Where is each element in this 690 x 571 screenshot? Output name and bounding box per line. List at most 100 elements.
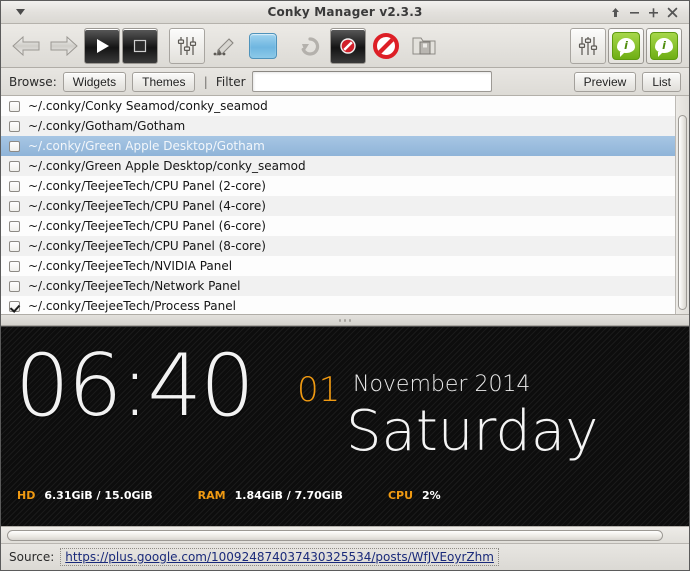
source-bar: Source: https://plus.google.com/10092487… bbox=[1, 544, 689, 570]
undo-arrow-icon bbox=[301, 36, 320, 56]
pane-splitter[interactable] bbox=[1, 315, 689, 326]
splitter-grip bbox=[334, 318, 356, 322]
window-title: Conky Manager v2.3.3 bbox=[267, 5, 423, 19]
date-month-year: November 2014 bbox=[353, 372, 531, 397]
kill-conky-button[interactable] bbox=[330, 27, 366, 64]
backup-button[interactable] bbox=[406, 28, 442, 64]
list-item-checkbox[interactable] bbox=[9, 100, 20, 112]
list-item[interactable]: ~/.conky/TeejeeTech/Process Panel bbox=[1, 296, 675, 314]
list-item-checkbox[interactable] bbox=[9, 220, 20, 232]
reload-button[interactable] bbox=[292, 28, 328, 64]
list-item-checkbox[interactable] bbox=[9, 160, 20, 172]
menu-caret-icon[interactable] bbox=[7, 3, 33, 21]
widget-list: ~/.conky/Conky Seamod/conky_seamod ~/.con… bbox=[1, 96, 689, 315]
list-item-label: ~/.conky/TeejeeTech/CPU Panel (2-core) bbox=[28, 179, 266, 193]
edit-button[interactable] bbox=[207, 28, 243, 64]
list-item[interactable]: ~/.conky/TeejeeTech/CPU Panel (6-core) bbox=[1, 216, 675, 236]
list-item-checkbox[interactable] bbox=[9, 280, 20, 292]
play-icon bbox=[97, 38, 109, 53]
filter-input[interactable] bbox=[251, 71, 492, 92]
close-button[interactable] bbox=[664, 4, 681, 20]
previous-button[interactable] bbox=[8, 28, 44, 64]
start-button[interactable] bbox=[84, 27, 120, 64]
theme-color-button[interactable] bbox=[245, 28, 281, 64]
list-item-checkbox[interactable] bbox=[9, 240, 20, 252]
preferences-button[interactable] bbox=[570, 27, 606, 64]
blue-square-icon bbox=[249, 32, 277, 59]
list-item[interactable]: ~/.conky/Green Apple Desktop/Gotham bbox=[1, 136, 675, 156]
sliders-icon bbox=[578, 36, 598, 55]
list-item[interactable]: ~/.conky/TeejeeTech/Network Panel bbox=[1, 276, 675, 296]
browse-label: Browse: bbox=[9, 74, 57, 89]
browse-bar: Browse: Widgets Themes | Filter Preview … bbox=[1, 68, 689, 96]
ram-value: 1.84GiB / 7.70GiB bbox=[234, 489, 343, 502]
system-stats: HD 6.31GiB / 15.0GiB RAM 1.84GiB / 7.70G… bbox=[17, 489, 441, 502]
list-item-checkbox[interactable] bbox=[9, 200, 20, 212]
list-item-label: ~/.conky/TeejeeTech/CPU Panel (8-core) bbox=[28, 239, 266, 253]
stop-button[interactable] bbox=[122, 27, 158, 64]
next-button[interactable] bbox=[46, 28, 82, 64]
shade-button[interactable] bbox=[607, 4, 624, 20]
list-item-checkbox[interactable] bbox=[9, 180, 20, 192]
list-item-label: ~/.conky/TeejeeTech/CPU Panel (6-core) bbox=[28, 219, 266, 233]
disable-all-button[interactable] bbox=[368, 28, 404, 64]
list-item[interactable]: ~/.conky/TeejeeTech/NVIDIA Panel bbox=[1, 256, 675, 276]
list-item-checkbox[interactable] bbox=[9, 300, 20, 312]
ram-label: RAM bbox=[197, 489, 226, 502]
maximize-button[interactable] bbox=[645, 4, 662, 20]
about-button[interactable]: i bbox=[646, 27, 682, 64]
preview-button[interactable]: Preview bbox=[573, 71, 637, 92]
list-vertical-scrollbar[interactable] bbox=[675, 96, 689, 314]
list-item[interactable]: ~/.conky/Gotham/Gotham bbox=[1, 116, 675, 136]
list-item[interactable]: ~/.conky/Green Apple Desktop/conky_seamo… bbox=[1, 156, 675, 176]
list-item-checkbox[interactable] bbox=[9, 120, 20, 132]
folder-archive-icon bbox=[412, 37, 436, 54]
source-link[interactable]: https://plus.google.com/1009248740374303… bbox=[60, 548, 499, 566]
info-button[interactable]: i bbox=[608, 27, 644, 64]
list-item[interactable]: ~/.conky/TeejeeTech/CPU Panel (2-core) bbox=[1, 176, 675, 196]
hd-value: 6.31GiB / 15.0GiB bbox=[44, 489, 153, 502]
sliders-icon bbox=[177, 36, 197, 55]
list-item-label: ~/.conky/Green Apple Desktop/Gotham bbox=[28, 139, 265, 153]
list-item-checkbox[interactable] bbox=[9, 140, 20, 152]
prohibited-icon bbox=[373, 32, 399, 59]
list-item-checkbox[interactable] bbox=[9, 260, 20, 272]
list-item[interactable]: ~/.conky/TeejeeTech/CPU Panel (4-core) bbox=[1, 196, 675, 216]
info-glyph: i bbox=[655, 38, 673, 57]
list-item-label: ~/.conky/Gotham/Gotham bbox=[28, 119, 186, 133]
cpu-value: 2% bbox=[422, 489, 441, 502]
clock-time: 06:40 bbox=[15, 336, 255, 436]
list-item-label: ~/.conky/Conky Seamod/conky_seamod bbox=[28, 99, 268, 113]
list-item-label: ~/.conky/Green Apple Desktop/conky_seamo… bbox=[28, 159, 306, 173]
browse-separator: | bbox=[203, 74, 208, 89]
hd-label: HD bbox=[17, 489, 36, 502]
cpu-label: CPU bbox=[387, 489, 414, 502]
title-bar: Conky Manager v2.3.3 bbox=[1, 1, 689, 24]
green-info-icon: i bbox=[612, 31, 640, 60]
settings-button[interactable] bbox=[169, 27, 205, 64]
navigation-group bbox=[7, 27, 159, 64]
themes-button[interactable]: Themes bbox=[132, 71, 196, 92]
conky-manager-window: Conky Manager v2.3.3 i i Browse: Widgets… bbox=[0, 0, 690, 571]
list-button[interactable]: List bbox=[642, 71, 681, 92]
stop-icon bbox=[133, 39, 147, 52]
left-arrow-icon bbox=[12, 35, 40, 56]
minimize-button[interactable] bbox=[626, 4, 643, 20]
window-controls bbox=[607, 4, 689, 20]
conky-control-group bbox=[291, 27, 443, 64]
conky-widget: 06:40 01 November 2014 Saturday HD 6.31G… bbox=[1, 327, 689, 526]
date-day-number: 01 bbox=[297, 370, 341, 410]
list-item[interactable]: ~/.conky/Conky Seamod/conky_seamod bbox=[1, 96, 675, 116]
preview-horizontal-scrollbar[interactable] bbox=[1, 526, 689, 544]
scrollbar-thumb[interactable] bbox=[678, 115, 687, 310]
prohibited-dark-icon bbox=[340, 37, 356, 54]
widgets-button[interactable]: Widgets bbox=[62, 71, 127, 92]
hscrollbar-thumb[interactable] bbox=[7, 530, 663, 541]
list-item[interactable]: ~/.conky/TeejeeTech/CPU Panel (8-core) bbox=[1, 236, 675, 256]
edit-group bbox=[168, 27, 282, 64]
right-arrow-icon bbox=[50, 35, 78, 56]
green-info-icon: i bbox=[650, 31, 678, 60]
list-item-label: ~/.conky/TeejeeTech/Network Panel bbox=[28, 279, 241, 293]
source-label: Source: bbox=[9, 550, 55, 564]
help-group: i i bbox=[569, 27, 683, 64]
